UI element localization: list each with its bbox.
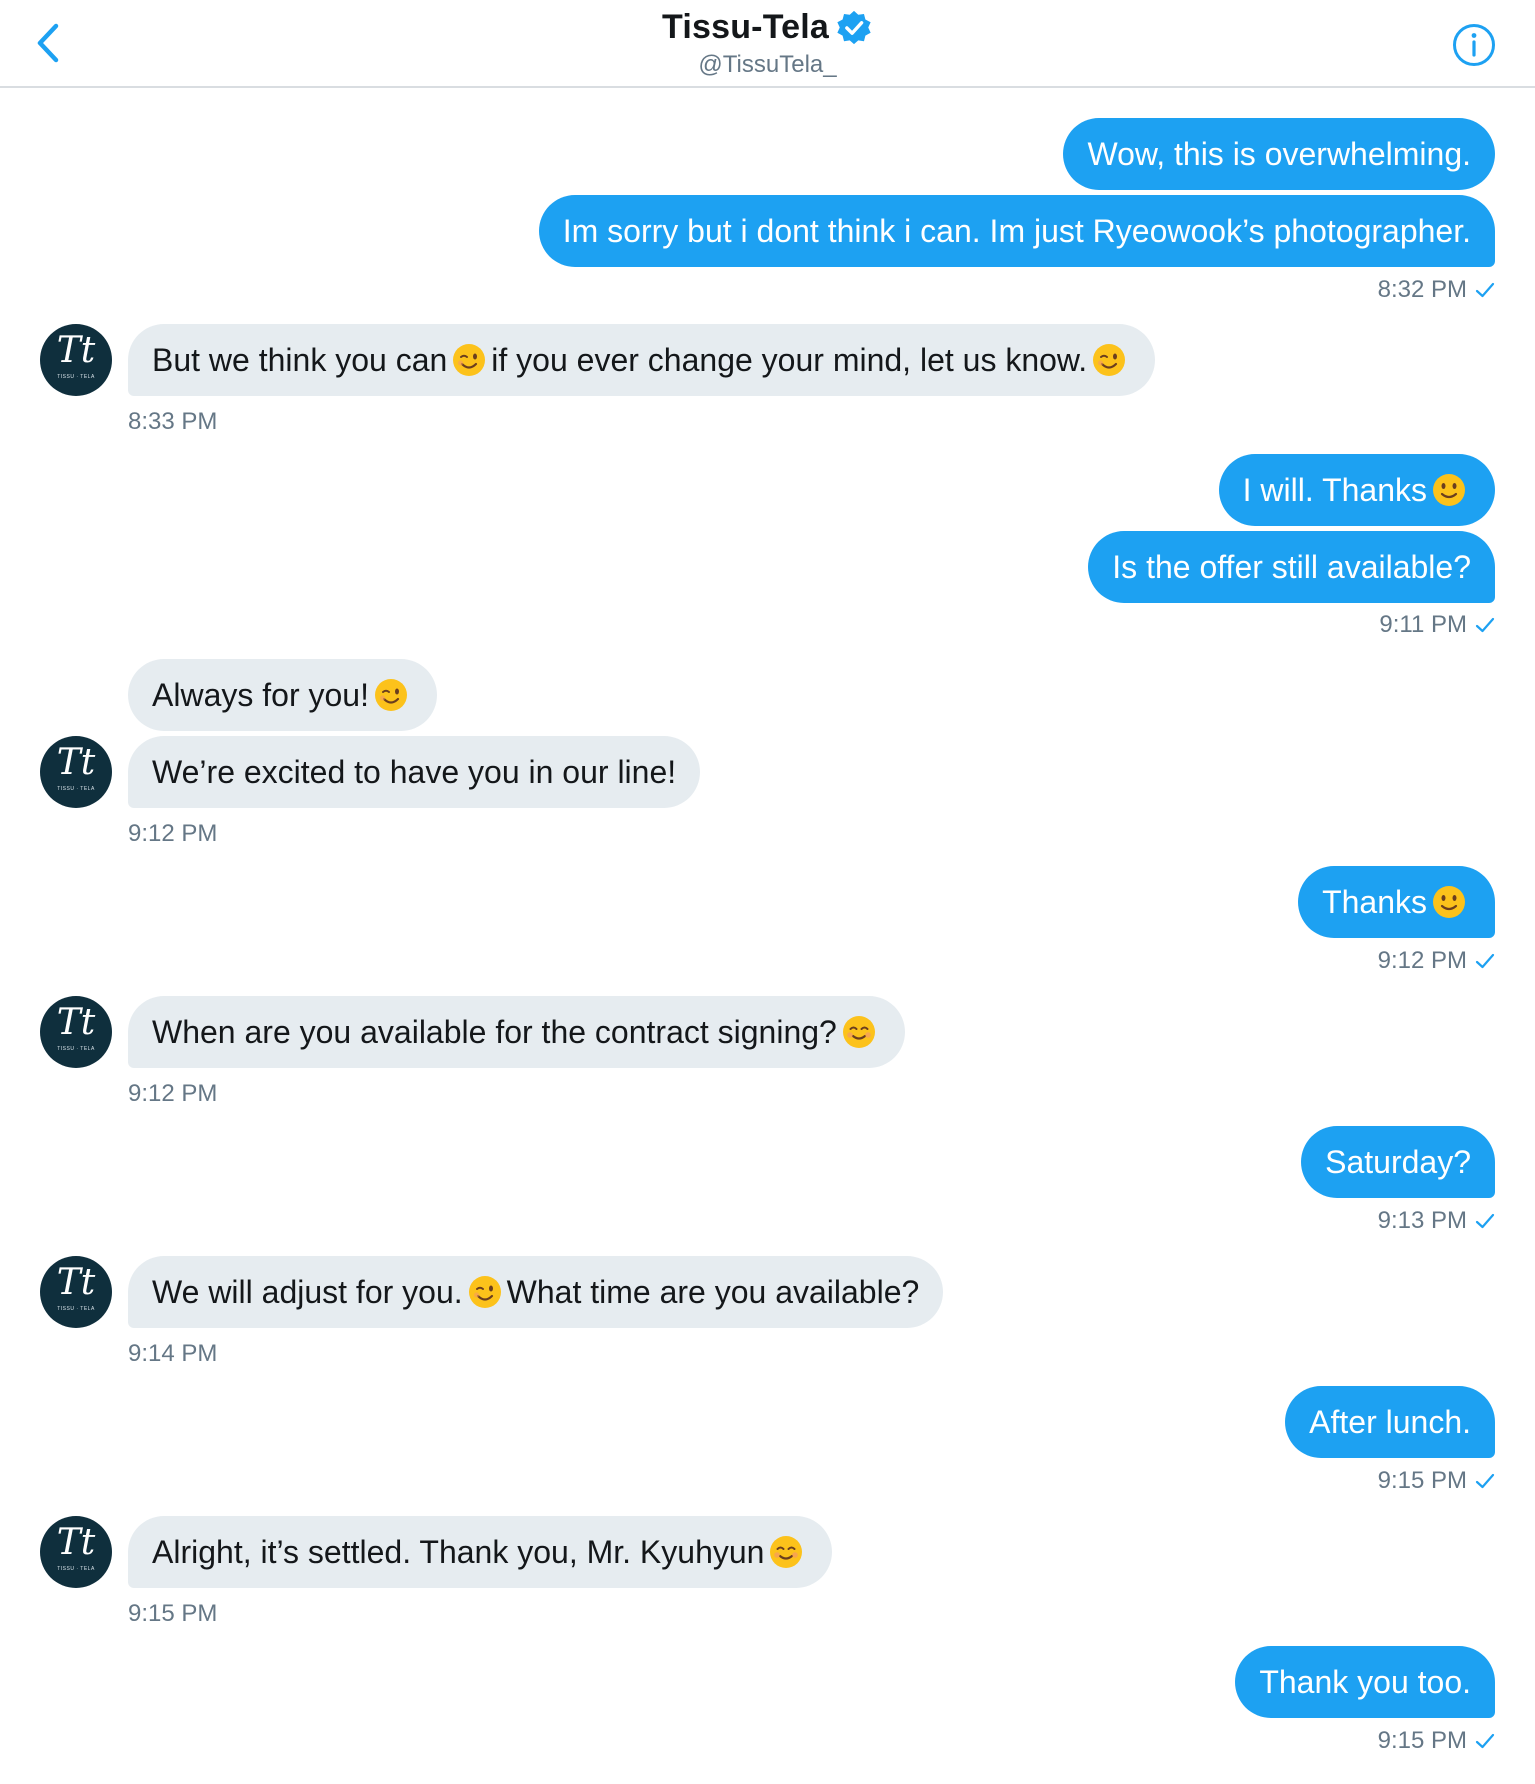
outgoing-message[interactable]: Is the offer still available? xyxy=(1088,531,1495,603)
verified-badge-icon xyxy=(837,10,871,44)
message-text: When are you available for the contract … xyxy=(152,1014,837,1050)
conversation-handle: @TissuTela_ xyxy=(698,51,837,78)
smiling-face-emoji-icon xyxy=(842,1016,875,1048)
contact-avatar[interactable]: Tt TISSU · TELA xyxy=(40,1256,112,1328)
message-text: But we think you can xyxy=(152,342,448,378)
incoming-message[interactable]: We will adjust for you. What time are yo… xyxy=(128,1256,944,1328)
incoming-message[interactable]: Alright, it’s settled. Thank you, Mr. Ky… xyxy=(128,1516,833,1588)
winking-face-emoji-icon xyxy=(468,1276,501,1308)
message-timestamp: 8:32 PM xyxy=(1378,276,1495,304)
avatar-subtitle: TISSU · TELA xyxy=(57,374,95,380)
message-text: Alright, it’s settled. Thank you, Mr. Ky… xyxy=(152,1534,765,1570)
outgoing-message[interactable]: Saturday? xyxy=(1301,1126,1495,1198)
info-icon xyxy=(1453,24,1495,66)
sent-check-icon xyxy=(1475,953,1495,969)
message-text: We will adjust for you. xyxy=(152,1274,463,1310)
sent-check-icon xyxy=(1475,617,1495,633)
avatar-monogram: Tt xyxy=(56,330,96,371)
message-text: After lunch. xyxy=(1309,1404,1471,1440)
outgoing-message[interactable]: I will. Thanks xyxy=(1218,454,1495,526)
winking-face-emoji-icon xyxy=(374,679,407,711)
message-text: Wow, this is overwhelming. xyxy=(1087,136,1471,172)
slightly-smiling-face-emoji-icon xyxy=(1433,886,1465,918)
sent-check-icon xyxy=(1475,282,1495,298)
message-text: Saturday? xyxy=(1325,1144,1471,1180)
avatar-subtitle: TISSU · TELA xyxy=(57,1046,95,1052)
outgoing-message[interactable]: Im sorry but i dont think i can. Im just… xyxy=(538,195,1495,267)
message-timestamp: 9:15 PM xyxy=(128,1600,218,1627)
sent-check-icon xyxy=(1475,1733,1495,1749)
timestamp-text: 9:13 PM xyxy=(1377,1207,1467,1234)
avatar-subtitle: TISSU · TELA xyxy=(57,786,95,792)
message-timestamp: 9:14 PM xyxy=(128,1340,218,1367)
outgoing-message[interactable]: Thank you too. xyxy=(1235,1646,1495,1718)
winking-face-emoji-icon xyxy=(453,344,486,376)
conversation-header: Tissu-Tela @TissuTela_ xyxy=(0,0,1535,88)
timestamp-text: 9:11 PM xyxy=(1379,611,1467,638)
message-timestamp: 9:12 PM xyxy=(128,1080,218,1107)
conversation-title-block[interactable]: Tissu-Tela @TissuTela_ xyxy=(0,8,1535,79)
timestamp-text: 8:32 PM xyxy=(1377,276,1467,303)
slightly-smiling-face-emoji-icon xyxy=(1433,474,1465,506)
message-text: Always for you! xyxy=(152,677,369,713)
message-text: Thank you too. xyxy=(1259,1664,1471,1700)
avatar-monogram: Tt xyxy=(56,1522,96,1563)
sent-check-icon xyxy=(1475,1213,1495,1229)
smiling-face-emoji-icon xyxy=(770,1536,803,1568)
contact-avatar[interactable]: Tt TISSU · TELA xyxy=(40,1516,112,1588)
message-text: I will. Thanks xyxy=(1242,472,1427,508)
message-timestamp: 8:33 PM xyxy=(128,408,218,435)
outgoing-message[interactable]: After lunch. xyxy=(1285,1386,1495,1458)
message-timestamp: 9:12 PM xyxy=(128,820,218,847)
message-text: Is the offer still available? xyxy=(1112,549,1471,585)
message-text: What time are you available? xyxy=(506,1274,920,1310)
message-timestamp: 9:15 PM xyxy=(1378,1727,1495,1755)
message-timestamp: 9:12 PM xyxy=(1378,947,1495,975)
incoming-message[interactable]: We’re excited to have you in our line! xyxy=(128,736,701,808)
outgoing-message[interactable]: Thanks xyxy=(1298,866,1495,938)
incoming-message[interactable]: But we think you can if you ever change … xyxy=(128,324,1156,396)
incoming-message[interactable]: When are you available for the contract … xyxy=(128,996,905,1068)
timestamp-text: 9:15 PM xyxy=(1377,1467,1467,1494)
message-timestamp: 9:13 PM xyxy=(1378,1207,1495,1235)
winking-face-emoji-icon xyxy=(1093,344,1126,376)
avatar-subtitle: TISSU · TELA xyxy=(57,1306,95,1312)
info-button[interactable] xyxy=(1451,22,1497,68)
outgoing-message[interactable]: Wow, this is overwhelming. xyxy=(1063,118,1495,190)
avatar-monogram: Tt xyxy=(56,1002,96,1043)
timestamp-text: 9:12 PM xyxy=(1377,947,1467,974)
message-text: Thanks xyxy=(1322,884,1427,920)
contact-avatar[interactable]: Tt TISSU · TELA xyxy=(40,324,112,396)
contact-avatar[interactable]: Tt TISSU · TELA xyxy=(40,996,112,1068)
message-text: Im sorry but i dont think i can. Im just… xyxy=(562,213,1471,249)
conversation-title: Tissu-Tela xyxy=(661,8,830,46)
avatar-subtitle: TISSU · TELA xyxy=(57,1566,95,1572)
timestamp-text: 9:15 PM xyxy=(1377,1727,1467,1754)
incoming-message[interactable]: Always for you! xyxy=(128,659,437,731)
message-text: if you ever change your mind, let us kno… xyxy=(491,342,1088,378)
sent-check-icon xyxy=(1475,1473,1495,1489)
avatar-monogram: Tt xyxy=(56,742,96,783)
message-text: We’re excited to have you in our line! xyxy=(152,754,677,790)
message-timestamp: 9:15 PM xyxy=(1378,1467,1495,1495)
avatar-monogram: Tt xyxy=(56,1262,96,1303)
message-timestamp: 9:11 PM xyxy=(1379,611,1495,639)
contact-avatar[interactable]: Tt TISSU · TELA xyxy=(40,736,112,808)
